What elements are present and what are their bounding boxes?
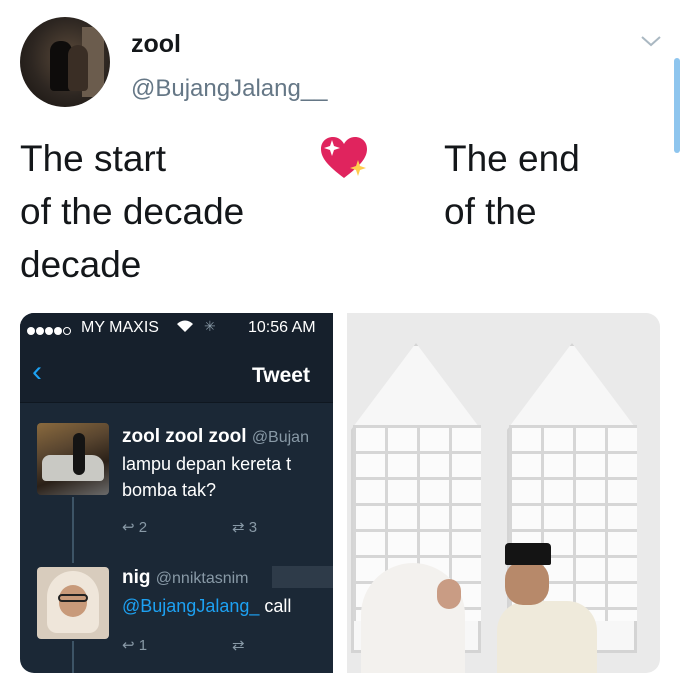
tweet1-author[interactable]: zool zool zool @Bujan — [122, 426, 309, 448]
groom-face — [505, 561, 549, 605]
nav-title: Tweet — [252, 364, 310, 387]
tweet-media[interactable]: MY MAXIS ✳ 10:56 AM ‹ Tweet zool zool zo… — [20, 313, 660, 673]
tweet-text-right: The end of the — [444, 138, 580, 232]
tweet1-retweet[interactable]: ⇄ 3 — [232, 518, 257, 536]
carrier-label: MY MAXIS — [81, 319, 159, 336]
back-chevron-icon[interactable]: ‹ — [32, 357, 42, 387]
retweet-icon: ⇄ — [232, 519, 245, 536]
tweet1-reply[interactable]: ↩ 2 — [122, 518, 147, 536]
signal-dots-icon — [27, 322, 72, 340]
loading-icon: ✳ — [204, 318, 216, 334]
redaction-block — [272, 566, 333, 588]
reply-icon: ↩ — [122, 519, 135, 536]
wedding-photo[interactable] — [347, 313, 660, 673]
retweet-icon: ⇄ — [232, 637, 245, 654]
display-name[interactable]: zool — [131, 30, 181, 59]
thread-line — [72, 641, 74, 673]
status-bar: MY MAXIS ✳ 10:56 AM — [20, 313, 333, 343]
bride-face — [437, 579, 461, 609]
thread-line — [72, 497, 74, 563]
status-time: 10:56 AM — [248, 319, 316, 336]
tweet2-author[interactable]: nig @nniktasnim — [122, 567, 249, 589]
nav-bar: ‹ Tweet — [20, 343, 333, 403]
groom — [497, 601, 597, 673]
tweet1-body: lampu depan kereta t bomba tak? — [122, 454, 292, 500]
scrollbar[interactable] — [674, 58, 680, 153]
phone-screenshot[interactable]: MY MAXIS ✳ 10:56 AM ‹ Tweet zool zool zo… — [20, 313, 333, 673]
avatar[interactable] — [20, 17, 110, 107]
user-handle[interactable]: @BujangJalang__ — [131, 75, 328, 103]
sparkling-heart-icon — [321, 137, 367, 178]
tweet2-reply[interactable]: ↩ 1 — [122, 636, 147, 654]
tweet2-avatar[interactable] — [37, 567, 109, 639]
reply-icon: ↩ — [122, 637, 135, 654]
tweet2-retweet[interactable]: ⇄ — [232, 636, 245, 654]
tweet2-body: @BujangJalang_ call — [122, 596, 292, 616]
wifi-icon — [177, 320, 193, 332]
songkok — [505, 543, 551, 565]
chevron-down-icon[interactable] — [640, 34, 662, 48]
tweet-text-left: The start of the decade decade — [20, 138, 245, 285]
tweet1-avatar[interactable] — [37, 423, 109, 495]
